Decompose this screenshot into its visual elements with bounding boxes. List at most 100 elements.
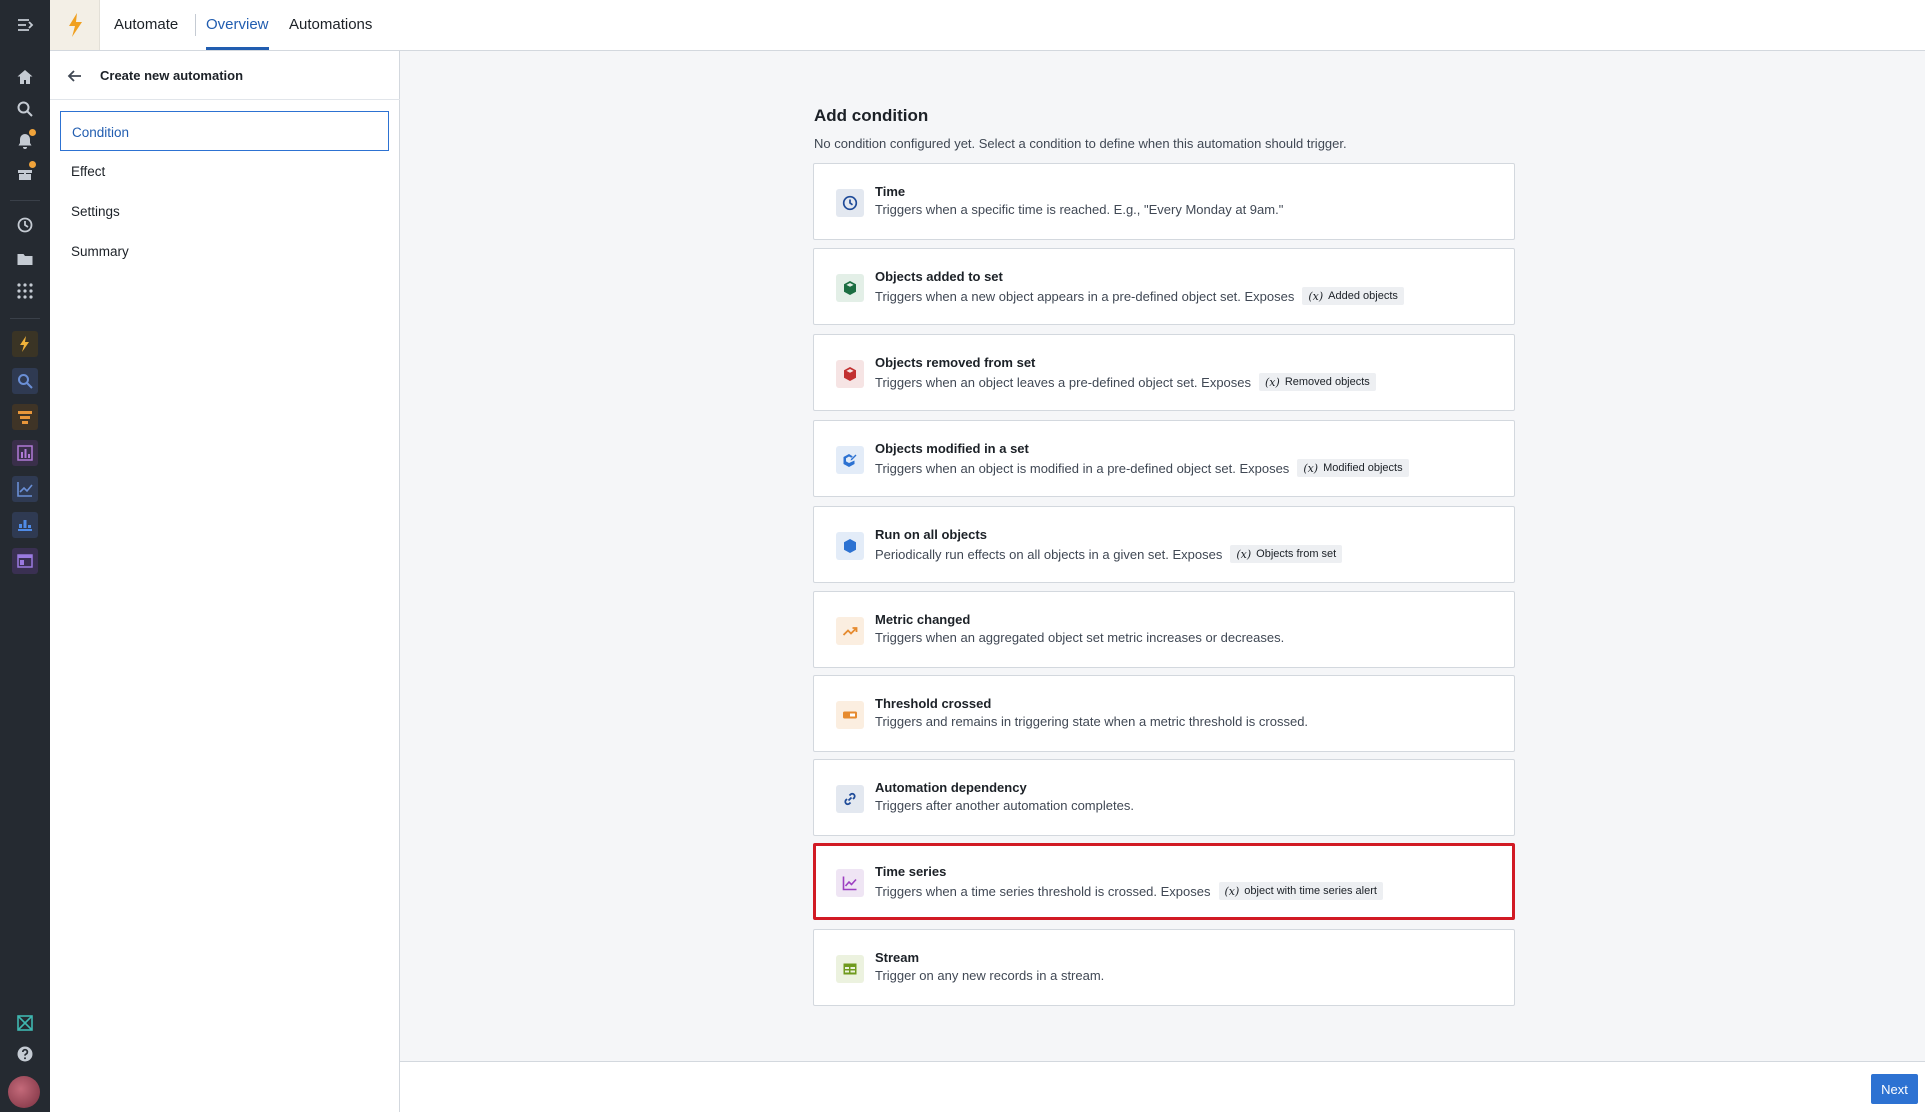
- left-rail: [0, 0, 50, 1112]
- condition-card-run-on-all[interactable]: Run on all objects Periodically run effe…: [813, 506, 1515, 583]
- condition-description: Trigger on any new records in a stream.: [875, 968, 1104, 983]
- condition-description: Triggers when a specific time is reached…: [875, 202, 1283, 217]
- line-chart-app-icon[interactable]: [12, 476, 38, 502]
- condition-desc-text: Triggers when a new object appears in a …: [875, 288, 1295, 304]
- condition-description: Triggers when an object leaves a pre-def…: [875, 373, 1376, 391]
- condition-description: Triggers after another automation comple…: [875, 798, 1134, 813]
- condition-desc-text: Periodically run effects on all objects …: [875, 546, 1223, 562]
- rail-divider: [10, 200, 40, 201]
- condition-description: Periodically run effects on all objects …: [875, 545, 1343, 563]
- object-explorer-icon[interactable]: [12, 368, 38, 394]
- condition-title: Time: [875, 184, 906, 199]
- step-condition[interactable]: Condition: [60, 111, 389, 151]
- condition-title: Time series: [875, 864, 947, 879]
- tab-overview[interactable]: Overview: [206, 16, 269, 33]
- condition-card-objects-added[interactable]: Objects added to set Triggers when a new…: [813, 248, 1515, 325]
- exposed-variable-tag: (x) object with time series alert: [1218, 882, 1383, 900]
- tag-label: Objects from set: [1256, 548, 1337, 560]
- page-title: Add condition: [814, 106, 929, 125]
- menu-expand-icon[interactable]: [12, 12, 38, 38]
- condition-card-automation-dependency[interactable]: Automation dependency Triggers after ano…: [813, 759, 1515, 836]
- condition-desc-text: Triggers when a specific time is reached…: [875, 202, 1284, 217]
- exposed-variable-tag: (x) Modified objects: [1297, 459, 1409, 477]
- tag-label: Modified objects: [1323, 462, 1403, 474]
- condition-card-metric-changed[interactable]: Metric changed Triggers when an aggregat…: [813, 591, 1515, 668]
- condition-card-objects-removed[interactable]: Objects removed from set Triggers when a…: [813, 334, 1515, 411]
- condition-desc-text: Triggers when a time series threshold is…: [875, 883, 1211, 899]
- step-settings[interactable]: Settings: [60, 191, 389, 231]
- table-icon: [836, 955, 864, 983]
- history-icon[interactable]: [12, 212, 38, 238]
- automate-logo-icon: [50, 0, 100, 50]
- variable-icon: (x): [1303, 461, 1319, 475]
- condition-title: Metric changed: [875, 612, 971, 627]
- condition-card-threshold[interactable]: Threshold crossed Triggers and remains i…: [813, 675, 1515, 752]
- timeline-icon: [836, 869, 864, 897]
- condition-description: Triggers when a new object appears in a …: [875, 287, 1404, 305]
- home-icon[interactable]: [12, 64, 38, 90]
- rail-divider: [10, 318, 40, 319]
- condition-title: Objects removed from set: [875, 355, 1036, 370]
- threshold-icon: [836, 701, 864, 729]
- condition-title: Stream: [875, 950, 920, 965]
- condition-desc-text: Triggers after another automation comple…: [875, 798, 1134, 813]
- step-effect[interactable]: Effect: [60, 151, 389, 191]
- variable-icon: (x): [1265, 375, 1280, 389]
- condition-title: Objects modified in a set: [875, 441, 1029, 456]
- tag-label: Removed objects: [1284, 376, 1370, 388]
- exposed-variable-tag: (x) Objects from set: [1230, 545, 1343, 563]
- variable-icon: (x): [1236, 547, 1252, 561]
- notifications-icon[interactable]: [12, 128, 38, 154]
- top-bar: Automate Overview Automations: [50, 0, 1925, 51]
- cube-remove-icon: [836, 360, 864, 388]
- tag-label: Added objects: [1328, 290, 1398, 302]
- topbar-divider: [195, 14, 196, 36]
- condition-title: Run on all objects: [875, 527, 987, 542]
- condition-desc-text: Triggers when an object leaves a pre-def…: [875, 374, 1252, 390]
- condition-card-stream[interactable]: Stream Trigger on any new records in a s…: [813, 929, 1515, 1006]
- notification-dot: [29, 129, 36, 136]
- condition-title: Threshold crossed: [875, 696, 992, 711]
- main-content: Add condition No condition configured ye…: [400, 51, 1925, 1061]
- condition-desc-text: Triggers when an object is modified in a…: [875, 460, 1290, 476]
- page-description: No condition configured yet. Select a co…: [814, 136, 1347, 151]
- variable-icon: (x): [1224, 884, 1240, 898]
- pipeline-app-icon[interactable]: [12, 404, 38, 430]
- gift-icon[interactable]: [12, 160, 38, 186]
- user-avatar[interactable]: [8, 1076, 40, 1108]
- link-icon: [836, 785, 864, 813]
- condition-card-objects-modified[interactable]: Objects modified in a set Triggers when …: [813, 420, 1515, 497]
- workshop-app-icon[interactable]: [12, 548, 38, 574]
- condition-description: Triggers when an aggregated object set m…: [875, 630, 1284, 645]
- report-app-icon[interactable]: [12, 512, 38, 538]
- condition-description: Triggers and remains in triggering state…: [875, 714, 1308, 729]
- search-icon[interactable]: [12, 96, 38, 122]
- condition-description: Triggers when a time series threshold is…: [875, 882, 1383, 900]
- condition-desc-text: Triggers and remains in triggering state…: [875, 714, 1309, 729]
- cube-add-icon: [836, 274, 864, 302]
- exposed-variable-tag: (x) Removed objects: [1259, 373, 1376, 391]
- automate-app-icon[interactable]: [12, 331, 38, 357]
- exposed-variable-tag: (x) Added objects: [1302, 287, 1404, 305]
- app-name: Automate: [114, 16, 179, 33]
- step-summary[interactable]: Summary: [60, 231, 389, 271]
- tab-automations[interactable]: Automations: [289, 16, 372, 33]
- apps-grid-icon[interactable]: [12, 278, 38, 304]
- bar-chart-app-icon[interactable]: [12, 440, 38, 466]
- back-arrow-icon[interactable]: [66, 67, 84, 85]
- condition-desc-text: Trigger on any new records in a stream.: [875, 968, 1105, 983]
- sidebar-header: Create new automation: [50, 51, 400, 100]
- cube-icon: [836, 532, 864, 560]
- cube-edit-icon: [836, 446, 864, 474]
- ontology-icon[interactable]: [12, 1010, 38, 1036]
- gift-dot: [29, 161, 36, 168]
- active-tab-indicator: [206, 47, 269, 50]
- condition-description: Triggers when an object is modified in a…: [875, 459, 1409, 477]
- folder-icon[interactable]: [12, 246, 38, 272]
- next-button[interactable]: Next: [1871, 1074, 1918, 1104]
- condition-card-time[interactable]: Time Triggers when a specific time is re…: [813, 163, 1515, 240]
- condition-card-time-series[interactable]: Time series Triggers when a time series …: [813, 843, 1515, 920]
- wizard-sidebar: Create new automation Condition Effect S…: [50, 51, 400, 1112]
- help-icon[interactable]: [12, 1041, 38, 1067]
- tag-label: object with time series alert: [1244, 885, 1377, 897]
